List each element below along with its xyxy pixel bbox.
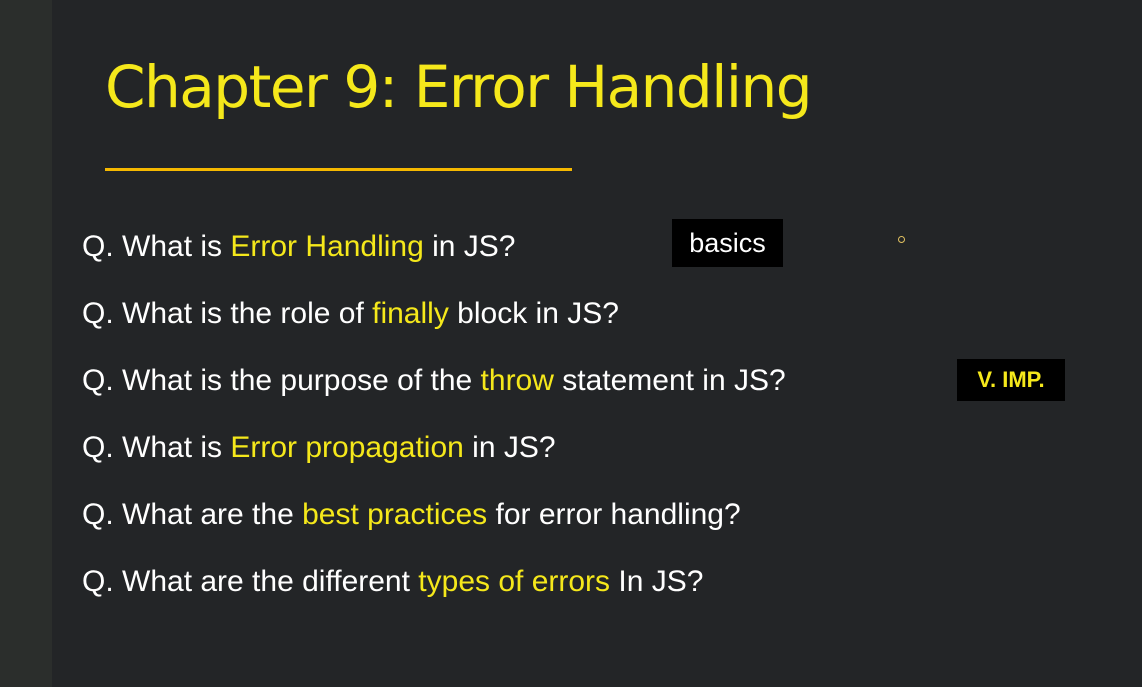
question-text: in JS? (463, 431, 556, 464)
basics-tag: basics (672, 219, 783, 267)
question-text: in JS? (423, 230, 516, 263)
question-text: Q. What is the purpose of the (82, 364, 481, 397)
question-keyword: finally (372, 297, 449, 330)
question-text: for error handling? (487, 498, 741, 531)
question-keyword: throw (480, 364, 554, 397)
question-list: Q. What is Error Handling in JS? Q. What… (82, 222, 786, 624)
question-item: Q. What is the purpose of the throw stat… (82, 356, 786, 423)
slide-title: Chapter 9: Error Handling (105, 53, 813, 121)
question-text: In JS? (610, 565, 704, 598)
title-underline (105, 168, 572, 171)
question-item: Q. What are the different types of error… (82, 557, 786, 624)
presentation-page: Chapter 9: Error Handling Q. What is Err… (0, 0, 1142, 687)
question-item: Q. What is the role of finally block in … (82, 289, 786, 356)
question-item: Q. What are the best practices for error… (82, 490, 786, 557)
question-text: Q. What is (82, 230, 231, 263)
question-text: Q. What are the different (82, 565, 419, 598)
very-important-tag: V. IMP. (957, 359, 1065, 401)
question-keyword: best practices (302, 498, 488, 531)
question-text: block in JS? (448, 297, 619, 330)
question-text: Q. What are the (82, 498, 303, 531)
question-item: Q. What is Error propagation in JS? (82, 423, 786, 490)
question-text: Q. What is the role of (82, 297, 373, 330)
question-keyword: types of errors (418, 565, 611, 598)
question-keyword: Error propagation (230, 431, 464, 464)
left-panel-strip (0, 0, 52, 687)
question-text: Q. What is (82, 431, 231, 464)
question-text: statement in JS? (553, 364, 786, 397)
question-keyword: Error Handling (230, 230, 424, 263)
